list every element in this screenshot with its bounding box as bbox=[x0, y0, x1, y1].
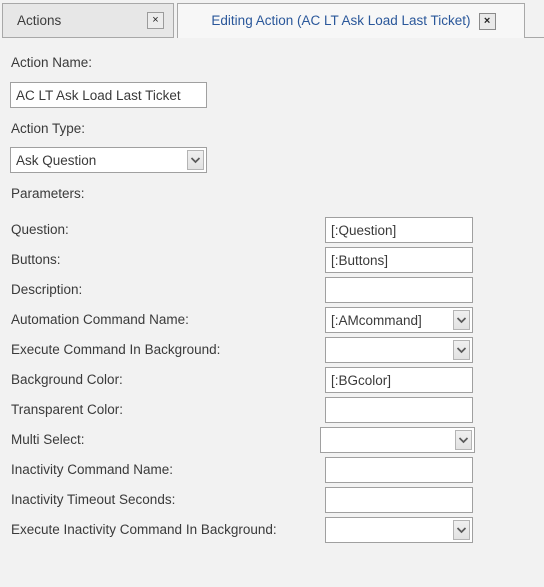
tab-editing-action-label: Editing Action (AC LT Ask Load Last Tick… bbox=[211, 13, 471, 29]
tab-strip: Actions × Editing Action (AC LT Ask Load… bbox=[0, 0, 544, 39]
action-type-select[interactable]: Ask Question bbox=[10, 147, 207, 173]
param-label-execute-command-in-background: Execute Command In Background: bbox=[11, 342, 221, 357]
param-input-description[interactable] bbox=[325, 277, 473, 303]
chevron-down-icon[interactable] bbox=[453, 310, 470, 330]
chevron-down-icon[interactable] bbox=[187, 150, 204, 170]
param-label-background-color: Background Color: bbox=[11, 372, 123, 387]
param-value-execute-command-in-background bbox=[326, 338, 453, 362]
parameters-label: Parameters: bbox=[11, 186, 85, 201]
param-select-multi-select[interactable] bbox=[320, 427, 475, 453]
param-value-multi-select bbox=[321, 428, 455, 452]
tab-actions-close-icon[interactable]: × bbox=[147, 12, 164, 29]
tab-actions-label: Actions bbox=[17, 12, 62, 28]
param-select-execute-command-in-background[interactable] bbox=[325, 337, 473, 363]
param-label-execute-inactivity-command-in-background: Execute Inactivity Command In Background… bbox=[11, 522, 277, 537]
param-input-buttons[interactable]: [:Buttons] bbox=[325, 247, 473, 273]
tab-editing-action[interactable]: Editing Action (AC LT Ask Load Last Tick… bbox=[177, 3, 525, 38]
chevron-down-icon[interactable] bbox=[455, 430, 472, 450]
tab-actions[interactable]: Actions × bbox=[2, 3, 174, 38]
param-label-inactivity-timeout-seconds: Inactivity Timeout Seconds: bbox=[11, 492, 176, 507]
action-type-label: Action Type: bbox=[11, 121, 86, 136]
action-type-value: Ask Question bbox=[16, 152, 97, 168]
param-select-automation-command-name[interactable]: [:AMcommand] bbox=[325, 307, 473, 333]
param-value-execute-inactivity-command-in-background bbox=[326, 518, 453, 542]
param-input-question[interactable]: [:Question] bbox=[325, 217, 473, 243]
param-label-question: Question: bbox=[11, 222, 69, 237]
param-input-inactivity-timeout-seconds[interactable] bbox=[325, 487, 473, 513]
param-input-transparent-color[interactable] bbox=[325, 397, 473, 423]
param-input-background-color[interactable]: [:BGcolor] bbox=[325, 367, 473, 393]
tab-editing-action-close-icon[interactable]: × bbox=[478, 12, 496, 30]
action-name-input[interactable]: AC LT Ask Load Last Ticket bbox=[10, 82, 207, 108]
param-label-inactivity-command-name: Inactivity Command Name: bbox=[11, 462, 174, 477]
param-label-automation-command-name: Automation Command Name: bbox=[11, 312, 189, 327]
param-label-transparent-color: Transparent Color: bbox=[11, 402, 124, 417]
param-select-execute-inactivity-command-in-background[interactable] bbox=[325, 517, 473, 543]
param-input-inactivity-command-name[interactable] bbox=[325, 457, 473, 483]
action-editor-form: Action Name: AC LT Ask Load Last Ticket … bbox=[0, 39, 544, 587]
chevron-down-icon[interactable] bbox=[453, 520, 470, 540]
action-name-label: Action Name: bbox=[11, 55, 93, 70]
tabstrip-divider bbox=[524, 37, 544, 38]
param-label-buttons: Buttons: bbox=[11, 252, 61, 267]
param-value-automation-command-name: [:AMcommand] bbox=[331, 312, 422, 328]
param-label-multi-select: Multi Select: bbox=[11, 432, 85, 447]
chevron-down-icon[interactable] bbox=[453, 340, 470, 360]
param-label-description: Description: bbox=[11, 282, 83, 297]
